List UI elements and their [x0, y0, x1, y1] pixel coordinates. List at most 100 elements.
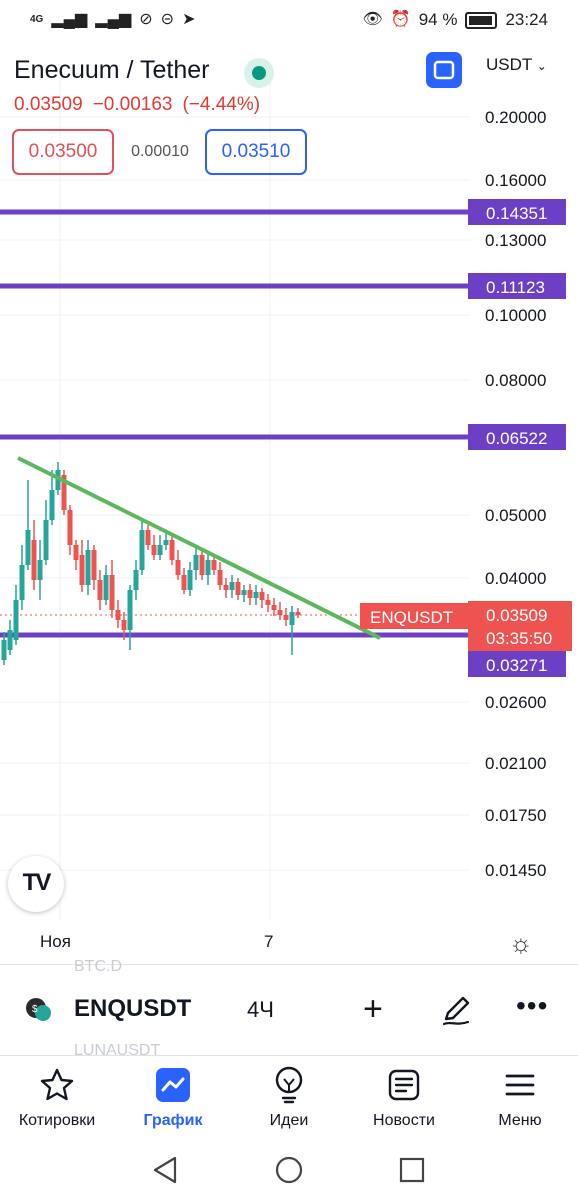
network-type-label: 4G — [30, 14, 44, 25]
symbol-name[interactable]: ENQUSDT — [74, 995, 191, 1023]
chart-grid — [0, 80, 470, 920]
y-tick: 0.05000 — [485, 506, 546, 525]
candle-body — [19, 565, 25, 600]
dnd-icon: ⊝ — [160, 11, 175, 28]
chart-settings-icon[interactable]: ☼ — [509, 928, 533, 959]
candle-body — [49, 490, 55, 520]
ghost-symbol: BTC.D — [74, 958, 122, 975]
candle-body — [7, 630, 13, 650]
tv-logo-icon: TV — [22, 869, 52, 896]
candle-body — [199, 555, 205, 575]
y-tick: 0.10000 — [485, 306, 546, 325]
chevron-down-icon: ⌄ — [536, 59, 547, 73]
candle-body — [91, 550, 97, 580]
last-price-label: 0.03509 — [486, 606, 547, 625]
menu-icon — [505, 1074, 535, 1096]
candle-body — [193, 555, 199, 570]
alarm-icon: ⏰ — [390, 11, 411, 28]
candle-body — [205, 560, 211, 575]
candle-body — [247, 590, 253, 598]
sell-button[interactable]: 0.03500 — [12, 129, 114, 175]
interval-selector[interactable]: 4Ч — [247, 997, 274, 1023]
nav-menu[interactable]: Меню — [465, 1062, 575, 1130]
candle-body — [265, 600, 271, 605]
candle-body — [169, 540, 175, 560]
nav-news[interactable]: Новости — [349, 1062, 459, 1130]
candle-body — [139, 530, 145, 570]
candle-body — [25, 530, 31, 565]
home-icon[interactable] — [275, 1156, 303, 1184]
recents-icon[interactable] — [399, 1157, 425, 1183]
location-icon: ➤ — [182, 11, 196, 28]
more-options-button[interactable]: ••• — [516, 992, 548, 1020]
nav-label: Идеи — [269, 1112, 309, 1129]
candle-body — [145, 530, 151, 545]
y-tick: 0.02100 — [485, 754, 546, 773]
price-chart[interactable]: 0.20000 0.16000 0.13000 0.10000 0.08000 … — [0, 80, 578, 930]
candle-body — [37, 560, 43, 580]
candle-body — [1, 640, 7, 660]
buy-button[interactable]: 0.03510 — [205, 129, 307, 175]
currency-label: USDT — [486, 55, 532, 74]
divider — [0, 1055, 578, 1056]
candle-body — [187, 570, 193, 590]
candle-body — [73, 545, 79, 560]
nav-label: График — [143, 1112, 203, 1129]
candle-body — [151, 545, 157, 555]
signal-icon: ▂▄▆ — [51, 11, 88, 28]
candle-body — [289, 612, 295, 625]
x-label: 7 — [264, 932, 274, 951]
horizontal-levels[interactable] — [0, 209, 470, 638]
y-tick: 0.04000 — [485, 569, 546, 588]
back-icon[interactable] — [153, 1156, 177, 1184]
level-label: 0.06522 — [486, 429, 547, 448]
candle-body — [277, 610, 283, 615]
candle-body — [133, 570, 139, 590]
candle-body — [175, 560, 181, 575]
star-icon — [40, 1068, 74, 1101]
status-bar: 4G ▂▄▆ ▂▄▆ ⊘ ⊝ ➤ 👁 ⏰ 94 % 23:24 — [0, 0, 578, 44]
candle-body — [67, 510, 73, 545]
candle-body — [223, 585, 229, 590]
battery-icon — [465, 11, 498, 29]
y-tick: 0.16000 — [485, 171, 546, 190]
eye-icon: 👁 — [362, 11, 383, 28]
spread-value: 0.00010 — [131, 143, 189, 160]
nav-ideas[interactable]: Идеи — [234, 1062, 344, 1130]
symbol-label: ENQUSDT — [370, 608, 453, 627]
price-change: −0.00163 — [92, 94, 173, 115]
candle-body — [43, 520, 49, 560]
nav-label: Меню — [498, 1112, 542, 1129]
trendline[interactable] — [17, 456, 381, 640]
countdown-label: 03:35:50 — [486, 629, 552, 648]
candle-body — [85, 550, 91, 585]
candle-body — [229, 582, 235, 590]
nav-chart[interactable]: График — [118, 1062, 228, 1130]
candle-body — [13, 600, 19, 640]
fullscreen-button[interactable] — [426, 52, 462, 88]
candle-body — [103, 575, 109, 600]
currency-selector[interactable]: USDT ⌄ — [486, 55, 547, 75]
candle-body — [271, 605, 277, 610]
y-tick: 0.20000 — [485, 108, 546, 127]
nav-label: Котировки — [18, 1112, 96, 1129]
last-price: 0.03509 — [14, 94, 83, 115]
candle-body — [121, 620, 127, 630]
y-tick: 0.01750 — [485, 806, 546, 825]
drawing-tools-icon[interactable] — [438, 992, 474, 1028]
fullscreen-icon — [433, 60, 455, 80]
candle-body — [283, 615, 289, 620]
market-status-icon — [244, 58, 274, 88]
y-tick: 0.02600 — [485, 693, 546, 712]
candle-body — [235, 582, 241, 595]
nav-quotes[interactable]: Котировки — [2, 1062, 112, 1130]
add-indicator-button[interactable]: + — [363, 992, 383, 1026]
candle-body — [253, 592, 259, 598]
candle-body — [157, 545, 163, 555]
news-icon — [388, 1069, 420, 1101]
tradingview-logo[interactable]: TV — [8, 856, 64, 912]
candle-body — [127, 590, 133, 630]
symbol-title: Enecuum / Tether — [14, 56, 210, 84]
chart-icon — [156, 1068, 190, 1102]
candle-body — [181, 575, 187, 590]
